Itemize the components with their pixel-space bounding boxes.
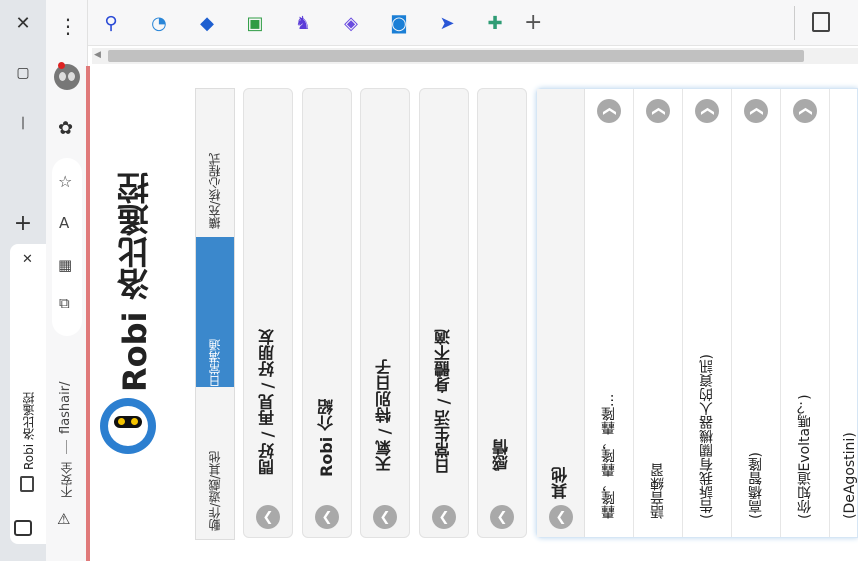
item-label: (告訴我有關機器人的資訊) bbox=[699, 354, 715, 519]
download-icon[interactable] bbox=[812, 12, 830, 32]
category-card-daily-life[interactable]: 日常生活 / 身體不適 ❮ bbox=[419, 88, 469, 538]
play-button[interactable]: ❮ bbox=[597, 99, 621, 123]
more-icon: ⋮ bbox=[58, 14, 78, 38]
tab-bar: 日常溝通 動作/遊戲/其他 擴充/核心程式 bbox=[195, 88, 235, 540]
tag-icon[interactable]: ◆ bbox=[192, 8, 222, 38]
category-label: 天氣 / 特別日子 bbox=[375, 359, 394, 472]
page-border bbox=[86, 66, 90, 561]
chat-icon[interactable]: ◔ bbox=[144, 8, 174, 38]
loop-icon[interactable]: ◈ bbox=[336, 8, 366, 38]
play-button[interactable]: ❮ bbox=[744, 99, 768, 123]
close-icon: ✕ bbox=[22, 252, 33, 267]
extensions-icon[interactable]: ✿ bbox=[58, 118, 73, 139]
item-label: 轟隆，轟隆，轟隆... bbox=[601, 393, 617, 519]
robi-logo bbox=[100, 398, 156, 454]
minimize-window-button[interactable]: — bbox=[0, 100, 46, 146]
more-menu-button[interactable]: ⋮ bbox=[58, 14, 78, 38]
vertical-tabs-icon[interactable] bbox=[14, 520, 32, 536]
send-icon[interactable]: ➤ bbox=[432, 8, 462, 38]
puzzle-icon[interactable]: ▣ bbox=[240, 8, 270, 38]
tab-label: 日常溝通 bbox=[208, 339, 222, 387]
item-label: (你知道Evolta嗎？) bbox=[797, 394, 813, 519]
profile-avatar[interactable] bbox=[54, 62, 80, 90]
chevron-left-icon: ❮ bbox=[262, 509, 274, 525]
list-item[interactable]: ❮ 語音練習 bbox=[634, 89, 683, 537]
scroll-left-icon[interactable]: ◀ bbox=[94, 50, 101, 60]
page-title: Robi 洛比遙控 bbox=[116, 172, 154, 392]
plus-icon: + bbox=[13, 210, 33, 236]
category-label: 其他 bbox=[551, 467, 570, 499]
camera-icon[interactable]: ◙ bbox=[384, 8, 414, 38]
chess-icon[interactable]: ♞ bbox=[288, 8, 318, 38]
list-item[interactable]: ❮ 轟隆，轟隆，轟隆... bbox=[585, 89, 634, 537]
read-aloud-icon[interactable]: A bbox=[59, 214, 69, 232]
tab-extensions[interactable]: 擴充/核心程式 bbox=[206, 119, 223, 229]
expand-button[interactable]: ❮ bbox=[490, 505, 514, 529]
chevron-left-icon: ❮ bbox=[555, 509, 567, 525]
expand-button[interactable]: ❮ bbox=[373, 505, 397, 529]
tab-strip: ✕ ▢ — + ✕ Robi 洛比遙控 bbox=[0, 0, 46, 561]
expanded-category: 其他 ❮ ❮ 轟隆，轟隆，轟隆... ❮ 語音練習 ❮ (告訴我有關機器人的資訊… bbox=[536, 88, 858, 538]
chevron-up-icon: ❮ bbox=[797, 105, 813, 117]
chevron-up-icon: ❮ bbox=[650, 105, 666, 117]
chevron-up-icon: ❮ bbox=[601, 105, 617, 117]
category-label: Robi 介紹 bbox=[317, 399, 336, 477]
minimize-icon: — bbox=[15, 116, 31, 130]
category-header[interactable]: 其他 ❮ bbox=[537, 89, 585, 537]
scrollbar-thumb[interactable] bbox=[108, 50, 804, 62]
extension-list: ⚲ ◔ ◆ ▣ ♞ ◈ ◙ ➤ ✚ bbox=[96, 8, 510, 38]
url-text[interactable]: flashair/ bbox=[58, 374, 73, 434]
chevron-up-icon: ❮ bbox=[748, 105, 764, 117]
chevron-up-icon: ❮ bbox=[699, 105, 715, 117]
tab-title: Robi 洛比遙控 bbox=[22, 392, 36, 470]
category-label: 感情 bbox=[492, 439, 511, 471]
browser-tab[interactable]: ✕ Robi 洛比遙控 bbox=[10, 244, 46, 544]
play-button[interactable]: ❮ bbox=[695, 99, 719, 123]
address-bar: ⋮ ✿ ☆ A ▦ ⧉ flashair/ 不安全 ⚠ bbox=[46, 0, 88, 561]
item-label: 語音練習 bbox=[650, 463, 666, 519]
play-button[interactable]: ❮ bbox=[793, 99, 817, 123]
toolbar: ⚲ ◔ ◆ ▣ ♞ ◈ ◙ ➤ ✚ + bbox=[88, 0, 858, 46]
tab-close-button[interactable]: ✕ bbox=[22, 252, 33, 267]
category-card-emotion[interactable]: 感情 ❮ bbox=[477, 88, 527, 538]
chevron-left-icon: ❮ bbox=[379, 509, 391, 525]
warning-icon[interactable]: ⚠ bbox=[57, 510, 70, 528]
chevron-left-icon: ❮ bbox=[321, 509, 333, 525]
page-icon bbox=[20, 476, 34, 492]
maximize-icon: ▢ bbox=[16, 65, 30, 81]
favorite-add-icon[interactable]: ☆ bbox=[58, 172, 72, 191]
new-tab-button[interactable]: + bbox=[0, 200, 46, 246]
security-label[interactable]: 不安全 bbox=[58, 458, 75, 498]
maximize-window-button[interactable]: ▢ bbox=[0, 50, 46, 96]
split-screen-icon[interactable]: ⧉ bbox=[59, 294, 70, 312]
category-label: 問好 / 再見 / 好朋友 bbox=[258, 329, 277, 475]
expand-button[interactable]: ❮ bbox=[432, 505, 456, 529]
category-card-greetings[interactable]: 問好 / 再見 / 好朋友 ❮ bbox=[243, 88, 293, 538]
expand-button[interactable]: ❮ bbox=[315, 505, 339, 529]
list-item[interactable]: ❮ (你知道Evolta嗎？) bbox=[781, 89, 830, 537]
tab-actions[interactable]: 動作/遊戲/其他 bbox=[206, 401, 223, 531]
chevron-left-icon: ❮ bbox=[438, 509, 450, 525]
list-item[interactable]: ❮ (高橋智隆) bbox=[732, 89, 781, 537]
play-button[interactable]: ❮ bbox=[646, 99, 670, 123]
category-card-intro[interactable]: Robi 介紹 ❮ bbox=[302, 88, 352, 538]
plus-icon: + bbox=[524, 10, 543, 35]
list-item[interactable]: ❮ (告訴我有關機器人的資訊) bbox=[683, 89, 732, 537]
apps-icon[interactable]: ▦ bbox=[58, 256, 72, 274]
item-label: (DeAgostini) bbox=[842, 432, 858, 519]
category-card-weather[interactable]: 天氣 / 特別日子 ❮ bbox=[360, 88, 410, 538]
collapse-button[interactable]: ❮ bbox=[549, 505, 573, 529]
tab-daily[interactable]: 日常溝通 bbox=[196, 237, 234, 387]
game-icon[interactable]: ✚ bbox=[480, 8, 510, 38]
close-window-button[interactable]: ✕ bbox=[0, 0, 46, 46]
chevron-left-icon: ❮ bbox=[496, 509, 508, 525]
expand-button[interactable]: ❮ bbox=[256, 505, 280, 529]
item-label: (高橋智隆) bbox=[748, 452, 764, 519]
address-actions: ☆ A ▦ ⧉ bbox=[52, 158, 82, 336]
close-icon: ✕ bbox=[15, 12, 31, 34]
list-item[interactable]: (DeAgostini) bbox=[830, 89, 858, 537]
category-label: 日常生活 / 身體不適 bbox=[434, 329, 453, 474]
tool-icon[interactable]: ⚲ bbox=[96, 8, 126, 38]
add-extension-button[interactable]: + bbox=[524, 10, 542, 35]
